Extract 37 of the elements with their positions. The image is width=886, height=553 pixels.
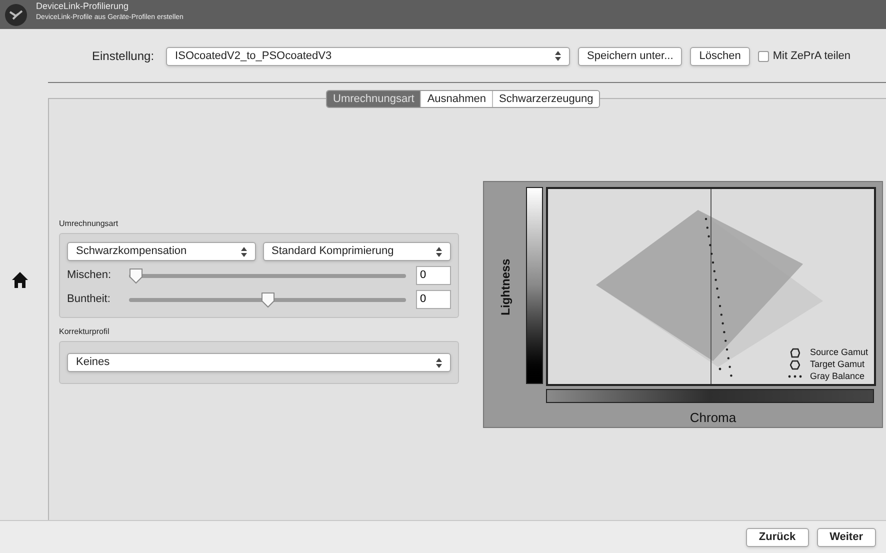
value-field[interactable]: 0: [416, 290, 451, 309]
toolbar-button[interactable]: Speichern unter...: [578, 46, 682, 66]
legend-label: Source Gamut: [810, 347, 868, 358]
window-title: DeviceLink-Profilierung: [36, 0, 130, 12]
updown-icon: [555, 51, 562, 61]
hexagon-icon: [790, 348, 800, 358]
nav-button[interactable]: Weiter: [816, 528, 876, 546]
value-field[interactable]: 0: [416, 266, 451, 285]
slider-label: Buntheit:: [67, 292, 112, 308]
updown-icon: [436, 246, 442, 256]
nav-button[interactable]: Zurück: [746, 528, 809, 546]
slider[interactable]: [129, 268, 406, 284]
legend-label: Target Gamut: [810, 359, 864, 370]
home-icon[interactable]: [11, 271, 29, 289]
setting-label: Einstellung:: [92, 48, 154, 65]
share-checkbox[interactable]: Mit ZePrA teilen: [758, 48, 851, 64]
updown-icon: [436, 358, 442, 368]
chroma-label: Chroma: [690, 408, 736, 426]
setting-select[interactable]: ISOcoatedV2_to_PSOcoatedV3: [166, 46, 570, 66]
tab[interactable]: Umrechnungsart: [327, 91, 420, 107]
legend-label: Gray Balance: [810, 371, 864, 382]
slider-label: Mischen:: [67, 268, 112, 284]
tab[interactable]: Schwarzerzeugung: [492, 91, 600, 107]
section-title: Korrekturprofil: [59, 326, 110, 338]
updown-icon: [240, 246, 246, 256]
lightness-label: Lightness: [497, 258, 513, 315]
slider[interactable]: [129, 292, 406, 308]
slider-thumb[interactable]: [129, 268, 143, 284]
logo-icon: [4, 2, 28, 26]
toolbar-button[interactable]: Löschen: [690, 46, 750, 66]
option-select[interactable]: Standard Komprimierung: [262, 242, 451, 261]
option-select[interactable]: Schwarzkompensation: [67, 242, 256, 261]
dotted-line-icon: [788, 375, 802, 378]
section-title: Umrechnungsart: [59, 218, 120, 230]
correction-select[interactable]: Keines: [67, 353, 451, 372]
slider-thumb[interactable]: [260, 292, 274, 308]
hexagon-icon: [790, 360, 800, 370]
